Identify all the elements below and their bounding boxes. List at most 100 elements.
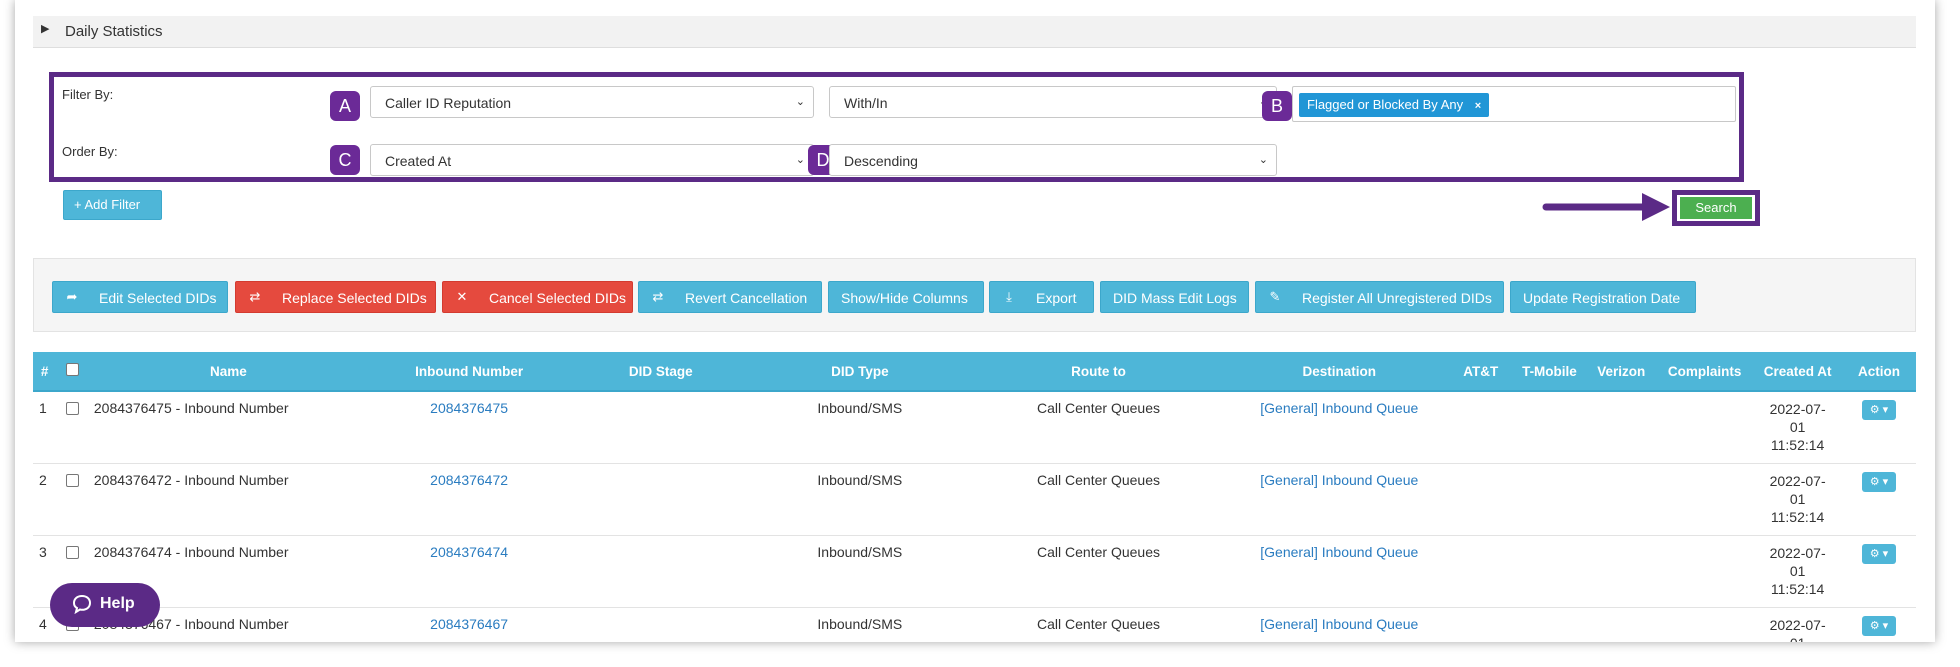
- row-verizon: [1586, 535, 1657, 608]
- row-att: [1449, 463, 1513, 536]
- gear-icon[interactable]: ⚙ ▾: [1861, 471, 1896, 492]
- replace-selected-dids-label: Replace Selected DIDs: [282, 290, 427, 306]
- row-inbound-cell: 2084376467: [368, 607, 570, 642]
- col-header-did-stage[interactable]: DID Stage: [569, 352, 753, 392]
- edit-selected-dids-button[interactable]: ➦ Edit Selected DIDs: [52, 281, 228, 313]
- select-all-checkbox[interactable]: [65, 363, 79, 376]
- col-header-name[interactable]: Name: [87, 352, 369, 392]
- update-registration-date-label: Update Registration Date: [1523, 290, 1681, 306]
- filter-tag-input[interactable]: Flagged or Blocked By Any ×: [1292, 86, 1736, 122]
- inbound-number-link[interactable]: 2084376467: [430, 616, 508, 632]
- row-checkbox[interactable]: [65, 473, 79, 487]
- col-header-att[interactable]: AT&T: [1449, 352, 1513, 392]
- row-did-stage: [569, 535, 753, 608]
- filter-by-label: Filter By:: [62, 87, 114, 102]
- row-route-to: Call Center Queues: [967, 535, 1230, 608]
- row-number: 2: [33, 463, 57, 536]
- col-header-created-at[interactable]: Created At: [1753, 352, 1842, 392]
- plus-icon: +: [74, 197, 82, 212]
- revert-cancellation-label: Revert Cancellation: [685, 290, 808, 306]
- col-header-did-type[interactable]: DID Type: [752, 352, 968, 392]
- inbound-number-link[interactable]: 2084376475: [430, 400, 508, 416]
- row-complaints: [1656, 391, 1754, 464]
- update-registration-date-button[interactable]: Update Registration Date: [1510, 281, 1696, 313]
- annotation-badge-a: A: [330, 91, 360, 121]
- col-header-number: #: [33, 352, 57, 392]
- inbound-number-link[interactable]: 2084376472: [430, 472, 508, 488]
- created-date: 2022-07-: [1769, 401, 1826, 417]
- filter-tag-label: Flagged or Blocked By Any: [1307, 97, 1464, 112]
- chat-bubble-icon: [72, 594, 92, 619]
- daily-statistics-label: Daily Statistics: [65, 23, 163, 40]
- row-action-cell: ⚙ ▾: [1841, 391, 1916, 464]
- row-checkbox[interactable]: [65, 545, 79, 559]
- cancel-selected-dids-button[interactable]: ✕ Cancel Selected DIDs: [442, 281, 633, 313]
- row-did-type: Inbound/SMS: [752, 463, 968, 536]
- row-created-at: 2022-07- 01 11:52:14: [1753, 463, 1842, 536]
- revert-cancellation-button[interactable]: ⇄ Revert Cancellation: [638, 281, 822, 313]
- annotation-badge-b: B: [1262, 91, 1292, 121]
- show-hide-columns-button[interactable]: Show/Hide Columns: [828, 281, 984, 313]
- order-direction-value: Descending: [844, 153, 918, 169]
- help-button[interactable]: Help: [50, 583, 160, 627]
- chevron-down-icon: ⌄: [795, 96, 805, 108]
- row-name: 2084376475 - Inbound Number: [87, 391, 369, 464]
- created-day: 01: [1789, 490, 1806, 507]
- gear-icon[interactable]: ⚙ ▾: [1861, 400, 1896, 420]
- row-verizon: [1586, 391, 1657, 464]
- destination-link[interactable]: [General] Inbound Queue: [1260, 472, 1418, 488]
- edit-selected-dids-label: Edit Selected DIDs: [99, 290, 217, 306]
- row-name: 2084376472 - Inbound Number: [87, 463, 369, 536]
- search-button[interactable]: Search: [1680, 197, 1752, 219]
- daily-statistics-panel[interactable]: ▶ Daily Statistics: [33, 16, 1916, 48]
- did-mass-edit-logs-button[interactable]: DID Mass Edit Logs: [1100, 281, 1249, 313]
- x-icon: ✕: [456, 289, 468, 304]
- inbound-number-link[interactable]: 2084376474: [430, 544, 508, 560]
- destination-link[interactable]: [General] Inbound Queue: [1260, 616, 1418, 632]
- col-header-inbound-number[interactable]: Inbound Number: [368, 352, 570, 392]
- chevron-down-icon: ⌄: [1258, 154, 1268, 166]
- annotation-arrow-icon: [1542, 193, 1670, 221]
- replace-selected-dids-button[interactable]: ⇄ Replace Selected DIDs: [235, 281, 436, 313]
- search-annotation-box: Search: [1672, 190, 1760, 226]
- col-header-tmobile[interactable]: T-Mobile: [1512, 352, 1587, 392]
- col-header-destination[interactable]: Destination: [1229, 352, 1450, 392]
- order-by-label: Order By:: [62, 144, 118, 159]
- filter-field-select[interactable]: Caller ID Reputation ⌄: [370, 86, 814, 118]
- col-header-verizon[interactable]: Verizon: [1586, 352, 1657, 392]
- destination-link[interactable]: [General] Inbound Queue: [1260, 544, 1418, 560]
- gear-icon[interactable]: ⚙ ▾: [1861, 543, 1896, 564]
- table-row: 3 2084376474 - Inbound Number 2084376474…: [33, 535, 1916, 608]
- row-destination-cell: [General] Inbound Queue: [1229, 463, 1450, 536]
- row-verizon: [1586, 463, 1657, 536]
- show-hide-columns-label: Show/Hide Columns: [841, 290, 968, 306]
- row-did-stage: [569, 391, 753, 464]
- col-header-action: Action: [1841, 352, 1916, 392]
- share-arrow-icon: ➦: [66, 289, 78, 304]
- row-select-cell: [56, 391, 88, 464]
- row-checkbox[interactable]: [65, 402, 79, 415]
- row-destination-cell: [General] Inbound Queue: [1229, 535, 1450, 608]
- edit-icon: ✎: [1269, 289, 1281, 304]
- export-button[interactable]: ⤓ Export: [989, 281, 1094, 313]
- filter-operator-select[interactable]: With/In ⌄: [829, 86, 1277, 118]
- table-row: 1 2084376475 - Inbound Number 2084376475…: [33, 391, 1916, 464]
- order-direction-select[interactable]: Descending ⌄: [829, 144, 1277, 176]
- register-unregistered-dids-button[interactable]: ✎ Register All Unregistered DIDs: [1255, 281, 1504, 313]
- dids-table: # Name Inbound Number DID Stage DID Type…: [33, 352, 1916, 642]
- created-day: 01: [1789, 419, 1806, 435]
- app-frame: ▶ Daily Statistics Filter By: Order By: …: [15, 0, 1935, 642]
- col-header-complaints[interactable]: Complaints: [1656, 352, 1754, 392]
- order-field-select[interactable]: Created At ⌄: [370, 144, 814, 176]
- row-created-at: 2022-07- 01 11:52:14: [1753, 535, 1842, 608]
- destination-link[interactable]: [General] Inbound Queue: [1260, 400, 1418, 416]
- add-filter-button[interactable]: + Add Filter: [63, 190, 162, 220]
- row-route-to: Call Center Queues: [967, 607, 1230, 642]
- gear-icon[interactable]: ⚙ ▾: [1861, 615, 1896, 636]
- row-did-stage: [569, 607, 753, 642]
- remove-tag-icon[interactable]: ×: [1475, 100, 1481, 112]
- retweet-icon: ⇄: [249, 289, 261, 304]
- col-header-route-to[interactable]: Route to: [967, 352, 1230, 392]
- row-inbound-cell: 2084376475: [368, 391, 570, 464]
- row-tmobile: [1512, 607, 1587, 642]
